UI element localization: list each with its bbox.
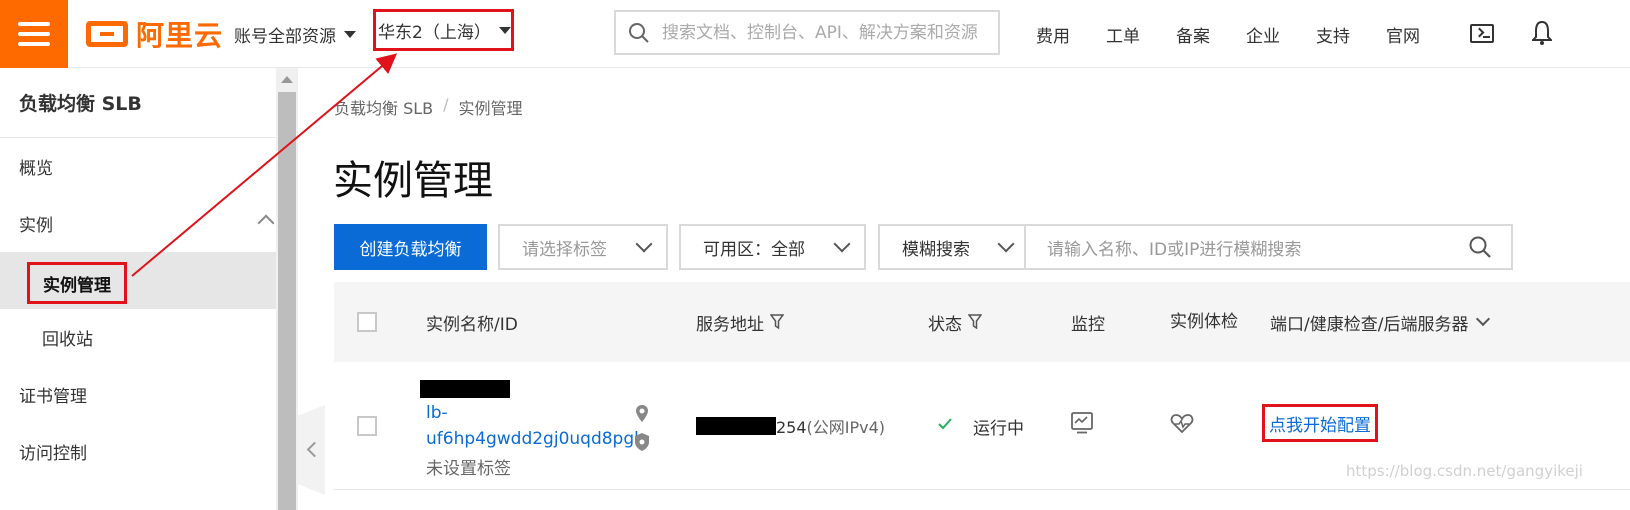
account-scope-label: 账号全部资源	[234, 27, 336, 47]
search-mode-select[interactable]: 模糊搜索	[878, 224, 1026, 270]
instance-search-input[interactable]: 请输入名称、ID或IP进行模糊搜索	[1025, 224, 1513, 270]
monitor-icon[interactable]	[1071, 412, 1093, 434]
instance-table: 实例名称/ID 服务地址 状态 监控 实例体检 端口/健康检查/后端服务器 lb…	[334, 282, 1630, 490]
aliyun-logo[interactable]: 阿里云	[86, 16, 223, 52]
column-header-ports[interactable]: 端口/健康检查/后端服务器	[1270, 282, 1491, 362]
sidebar-collapse-toggle[interactable]	[298, 405, 325, 495]
search-mode-label: 模糊搜索	[902, 239, 970, 260]
status-text: 运行中	[973, 419, 1024, 439]
sidebar-title: 负载均衡 SLB	[0, 68, 276, 138]
check-icon	[938, 418, 952, 430]
column-header-label: 状态	[928, 314, 962, 335]
nav-fees[interactable]: 费用	[1036, 22, 1070, 47]
start-config-link[interactable]: 点我开始配置	[1262, 404, 1378, 442]
instance-tag[interactable]: 未设置标签	[426, 454, 511, 479]
instance-search-placeholder: 请输入名称、ID或IP进行模糊搜索	[1047, 239, 1302, 260]
breadcrumb-separator: /	[443, 95, 449, 114]
sidebar-item-label: 回收站	[42, 330, 93, 350]
column-header-label: 服务地址	[696, 314, 764, 335]
global-search-input[interactable]	[662, 22, 982, 43]
sidebar-item-access-control[interactable]: 访问控制	[0, 423, 276, 480]
top-bar: 阿里云 账号全部资源 华东2（上海） 费用 工单 备案 企业 支持 官网	[0, 0, 1630, 68]
account-scope-dropdown[interactable]: 账号全部资源	[234, 22, 356, 47]
chevron-down-icon	[1476, 311, 1491, 327]
search-icon[interactable]	[1469, 236, 1491, 258]
nav-icp[interactable]: 备案	[1176, 22, 1210, 47]
sidebar-item-label: 实例管理	[43, 275, 111, 296]
nav-tickets[interactable]: 工单	[1106, 22, 1140, 47]
chevron-up-icon	[257, 214, 275, 232]
column-header-label: 端口/健康检查/后端服务器	[1270, 314, 1469, 335]
location-pin-icon[interactable]	[634, 404, 650, 424]
instance-id-link[interactable]: lb- uf6hp4gwdd2gj0uqd8pgk	[426, 400, 644, 452]
aliyun-logo-mark	[86, 21, 128, 47]
service-address: 254(公网IPv4)	[776, 414, 885, 438]
nav-enterprise[interactable]: 企业	[1246, 22, 1280, 47]
zone-select[interactable]: 可用区： 全部	[679, 224, 866, 270]
sidebar: 负载均衡 SLB 概览 实例 实例管理 回收站 证书管理 访问控制	[0, 68, 276, 510]
annotation-highlight-box: 实例管理	[27, 262, 127, 304]
sidebar-item-instances[interactable]: 实例	[0, 195, 276, 252]
column-header-status[interactable]: 状态	[928, 282, 982, 362]
zone-value: 全部	[771, 239, 805, 260]
sidebar-item-label: 访问控制	[19, 444, 87, 464]
breadcrumb: 负载均衡 SLB / 实例管理	[334, 95, 523, 119]
instance-id-line1: lb-	[426, 403, 448, 423]
redacted-name	[420, 380, 510, 398]
nav-support[interactable]: 支持	[1316, 22, 1350, 47]
column-header-address[interactable]: 服务地址	[696, 282, 784, 362]
menu-icon[interactable]	[0, 0, 68, 68]
chevron-down-icon	[833, 235, 851, 253]
filter-icon[interactable]	[968, 314, 982, 330]
top-nav: 费用 工单 备案 企业 支持 官网	[1036, 22, 1420, 47]
chevron-down-icon	[997, 235, 1015, 253]
instance-id-line2: uf6hp4gwdd2gj0uqd8pgk	[426, 429, 644, 449]
create-load-balancer-button[interactable]: 创建负载均衡	[334, 224, 487, 270]
zone-label: 可用区：	[703, 239, 771, 260]
search-icon	[629, 22, 649, 43]
logo-text: 阿里云	[136, 19, 224, 52]
row-checkbox[interactable]	[357, 416, 377, 436]
sidebar-item-instance-management[interactable]: 实例管理	[0, 252, 276, 309]
region-label: 华东2（上海）	[378, 22, 491, 43]
global-search[interactable]	[614, 10, 1000, 55]
sidebar-item-certificates[interactable]: 证书管理	[0, 366, 276, 423]
breadcrumb-root[interactable]: 负载均衡 SLB	[334, 95, 433, 119]
breadcrumb-current: 实例管理	[458, 99, 523, 118]
caret-down-icon	[344, 31, 356, 38]
sidebar-item-recycle-bin[interactable]: 回收站	[0, 309, 276, 366]
address-suffix: 254	[776, 418, 807, 437]
row-checkbox-cell	[357, 416, 377, 436]
sidebar-scrollbar[interactable]	[276, 68, 298, 510]
sidebar-item-label: 实例	[19, 216, 53, 236]
region-selector[interactable]: 华东2（上海）	[373, 9, 514, 51]
filter-icon[interactable]	[770, 314, 784, 330]
health-check-icon[interactable]	[1170, 414, 1194, 434]
bell-icon[interactable]	[1532, 20, 1552, 46]
page-title: 实例管理	[333, 158, 493, 204]
address-type: (公网IPv4)	[806, 418, 886, 437]
column-header-health-check: 实例体检	[1170, 312, 1238, 332]
tag-select[interactable]: 请选择标签	[498, 224, 668, 270]
nav-official-site[interactable]: 官网	[1386, 22, 1420, 47]
caret-down-icon	[498, 26, 511, 34]
tag-select-placeholder: 请选择标签	[522, 239, 607, 260]
redacted-ip	[696, 417, 776, 435]
sidebar-item-overview[interactable]: 概览	[0, 138, 276, 195]
scroll-thumb[interactable]	[278, 92, 296, 510]
column-header-name: 实例名称/ID	[426, 314, 518, 335]
shield-icon[interactable]	[634, 432, 650, 452]
watermark: https://blog.csdn.net/gangyikeji	[1346, 462, 1583, 480]
scroll-up-icon[interactable]	[281, 76, 293, 83]
chevron-down-icon	[635, 235, 653, 253]
column-header-monitor: 监控	[1071, 314, 1105, 335]
select-all-cell	[357, 282, 377, 362]
select-all-checkbox[interactable]	[357, 312, 377, 332]
table-header: 实例名称/ID 服务地址 状态 监控 实例体检 端口/健康检查/后端服务器	[334, 282, 1630, 362]
sidebar-item-label: 概览	[19, 159, 53, 179]
terminal-icon[interactable]	[1470, 24, 1494, 43]
sidebar-item-label: 证书管理	[19, 387, 87, 407]
